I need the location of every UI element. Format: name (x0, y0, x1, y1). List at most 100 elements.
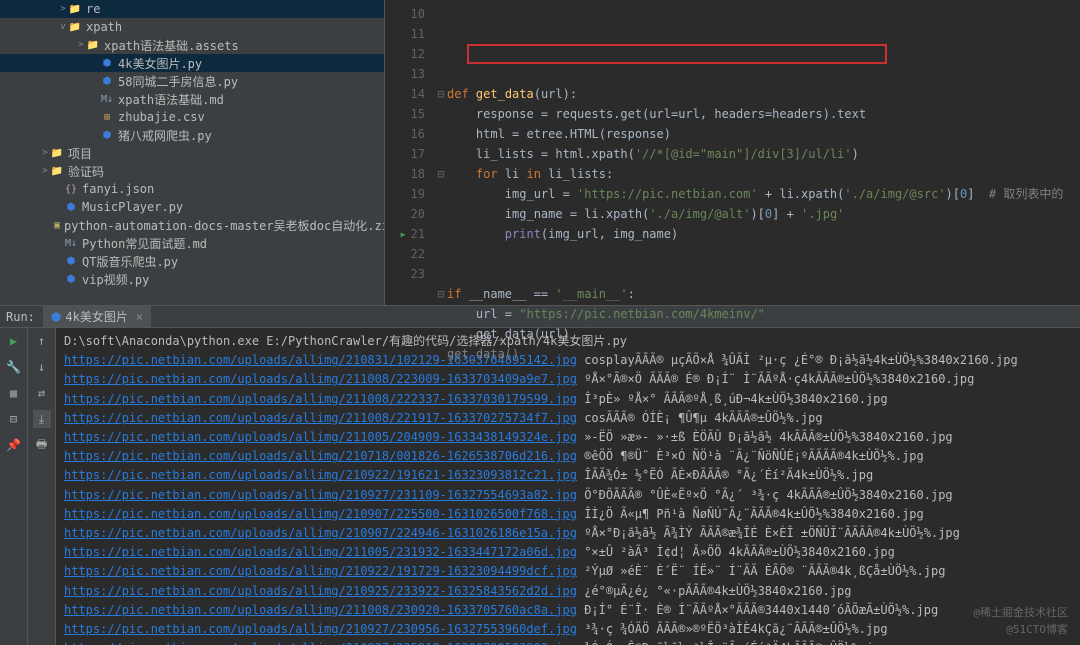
output-url[interactable]: https://pic.netbian.com/uploads/allimg/2… (64, 584, 577, 598)
fold-icon[interactable]: ⊟ (435, 84, 447, 104)
output-url[interactable]: https://pic.netbian.com/uploads/allimg/2… (64, 564, 577, 578)
run-label: Run: (6, 310, 35, 324)
console-line: https://pic.netbian.com/uploads/allimg/2… (64, 505, 1072, 524)
layout-button[interactable]: ⊟ (5, 410, 23, 428)
tree-item[interactable]: ⬢58同城二手房信息.py (0, 72, 384, 90)
tree-label: fanyi.json (82, 182, 154, 196)
output-url[interactable]: https://pic.netbian.com/uploads/allimg/2… (64, 411, 577, 425)
line-number: 18 (385, 164, 425, 184)
wrap-button[interactable]: ⇄ (33, 384, 51, 402)
tree-item[interactable]: ⬢MusicPlayer.py (0, 198, 384, 216)
output-text: ºÅ×°Ð¡ã½ã½ Ã¾ÌÝ ÃÃÃ®æ¾ÎÉ È×ÈÎ ±ÖÑÛÎ¨ÃÃÃÃ… (584, 526, 960, 540)
code-line[interactable]: img_name = li.xpath('./a/img/@alt')[0] +… (435, 204, 1080, 224)
tree-item[interactable]: v📁xpath (0, 18, 384, 36)
line-number: 13 (385, 64, 425, 84)
output-text: ³¾·ç ¾ÓÄÖ ÃÃÃ®»®ºËÖ³àÌÈ4kÇã¿¨ÃÃÃ®±ÛÖ½%.j… (584, 622, 887, 636)
rerun-button[interactable]: ▶ (5, 332, 23, 350)
console-line: https://pic.netbian.com/uploads/allimg/2… (64, 390, 1072, 409)
tree-item[interactable]: {}fanyi.json (0, 180, 384, 198)
up-button[interactable]: ↑ (33, 332, 51, 350)
project-tree[interactable]: >📁rev📁xpath>📁xpath语法基础.assets⬢4k美女图片.py⬢… (0, 0, 385, 305)
folder-icon: 📁 (50, 164, 64, 178)
output-text: ¾Ó×Ó ¿Ê®Ð¡ã½ã½ ²¼Î ¨Ã¿´Éí²Ä4kÃÃÃ®±ÛÖ½%.j… (584, 641, 887, 645)
zipfile-icon: ▣ (54, 218, 60, 232)
code-line[interactable]: response = requests.get(url=url, headers… (435, 104, 1080, 124)
close-icon[interactable]: × (136, 310, 143, 324)
stop-button[interactable]: ■ (5, 384, 23, 402)
fold-icon[interactable]: ⊟ (435, 164, 447, 184)
line-number: 19 (385, 184, 425, 204)
code-line[interactable]: get_data() (435, 344, 1080, 364)
code-line[interactable]: ⊟if __name__ == '__main__': (435, 284, 1080, 304)
code-line[interactable]: get_data(url) (435, 324, 1080, 344)
expand-arrow[interactable]: > (58, 4, 68, 14)
code-line[interactable]: ⊟ for li in li_lists: (435, 164, 1080, 184)
output-url[interactable]: https://pic.netbian.com/uploads/allimg/2… (64, 488, 577, 502)
console-line: https://pic.netbian.com/uploads/allimg/2… (64, 639, 1072, 645)
tree-item[interactable]: M↓Python常见面试题.md (0, 234, 384, 252)
python-icon: ⬢ (51, 310, 61, 324)
code-line[interactable]: li_lists = html.xpath('//*[@id="main"]/d… (435, 144, 1080, 164)
console-line: https://pic.netbian.com/uploads/allimg/2… (64, 466, 1072, 485)
run-toolbar-left: ▶ 🔧 ■ ⊟ 📌 (0, 328, 28, 645)
tree-item[interactable]: M↓xpath语法基础.md (0, 90, 384, 108)
output-url[interactable]: https://pic.netbian.com/uploads/allimg/2… (64, 622, 577, 636)
line-number: 17 (385, 144, 425, 164)
folder-icon: 📁 (68, 20, 82, 34)
scroll-button[interactable]: ⤓ (33, 410, 51, 428)
pyfile-icon: ⬢ (64, 254, 78, 268)
down-button[interactable]: ↓ (33, 358, 51, 376)
code-line[interactable]: print(img_url, img_name) (435, 224, 1080, 244)
tree-item[interactable]: >📁验证码 (0, 162, 384, 180)
code-line[interactable] (435, 64, 1080, 84)
expand-arrow[interactable]: > (76, 40, 86, 50)
tree-item[interactable]: ▣python-automation-docs-master吴老板doc自动化.… (0, 216, 384, 234)
output-url[interactable]: https://pic.netbian.com/uploads/allimg/2… (64, 449, 577, 463)
output-url[interactable]: https://pic.netbian.com/uploads/allimg/2… (64, 430, 577, 444)
expand-arrow[interactable]: > (40, 166, 50, 176)
code-line[interactable]: img_url = 'https://pic.netbian.com' + li… (435, 184, 1080, 204)
code-line[interactable]: url = "https://pic.netbian.com/4kmeinv/" (435, 304, 1080, 324)
code-line[interactable] (435, 264, 1080, 284)
code-line[interactable]: ⊟def get_data(url): (435, 84, 1080, 104)
tree-label: xpath语法基础.assets (104, 37, 239, 54)
tool-button[interactable]: 🔧 (5, 358, 23, 376)
tree-label: vip视频.py (82, 271, 149, 288)
tree-item[interactable]: >📁re (0, 0, 384, 18)
pin-button[interactable]: 📌 (5, 436, 23, 454)
console-line: https://pic.netbian.com/uploads/allimg/2… (64, 428, 1072, 447)
output-url[interactable]: https://pic.netbian.com/uploads/allimg/2… (64, 545, 577, 559)
output-url[interactable]: https://pic.netbian.com/uploads/allimg/2… (64, 468, 577, 482)
console-output[interactable]: D:\soft\Anaconda\python.exe E:/PythonCra… (56, 328, 1080, 645)
tree-item[interactable]: ⬢猪八戒网爬虫.py (0, 126, 384, 144)
tree-item[interactable]: ⬢4k美女图片.py (0, 54, 384, 72)
fold-icon[interactable]: ⊟ (435, 284, 447, 304)
tree-item[interactable]: ⬢vip视频.py (0, 270, 384, 288)
console-line: https://pic.netbian.com/uploads/allimg/2… (64, 486, 1072, 505)
tree-item[interactable]: >📁 xpath语法基础.assets (0, 36, 384, 54)
line-number: ▸21 (385, 224, 425, 244)
tree-item[interactable]: ⊞zhubajie.csv (0, 108, 384, 126)
output-url[interactable]: https://pic.netbian.com/uploads/allimg/2… (64, 392, 577, 406)
output-url[interactable]: https://pic.netbian.com/uploads/allimg/2… (64, 641, 577, 645)
expand-arrow[interactable]: v (58, 22, 68, 32)
run-toolbar-right: ↑ ↓ ⇄ ⤓ 🖶 (28, 328, 56, 645)
output-url[interactable]: https://pic.netbian.com/uploads/allimg/2… (64, 507, 577, 521)
tree-item[interactable]: ⬢QT版音乐爬虫.py (0, 252, 384, 270)
highlight-box (467, 44, 887, 64)
output-text: ÎÃÃ¾Ó± ½°ËÓ ÃÈ×ÐÃÃÃ® °Ã¿´Éí²Ä4k±ÙÖ½%.jpg (584, 468, 873, 482)
code-editor[interactable]: 1011121314151617181920▸212223 ⊟def get_d… (385, 0, 1080, 305)
output-url[interactable]: https://pic.netbian.com/uploads/allimg/2… (64, 526, 577, 540)
tree-label: zhubajie.csv (118, 110, 205, 124)
run-tab[interactable]: ⬢ 4k美女图片 × (43, 306, 151, 327)
output-url[interactable]: https://pic.netbian.com/uploads/allimg/2… (64, 603, 577, 617)
print-button[interactable]: 🖶 (33, 436, 51, 454)
tree-item[interactable]: >📁项目 (0, 144, 384, 162)
run-tab-label: 4k美女图片 (65, 308, 127, 325)
code-line[interactable] (435, 244, 1080, 264)
output-url[interactable]: https://pic.netbian.com/uploads/allimg/2… (64, 372, 577, 386)
code-line[interactable]: html = etree.HTML(response) (435, 124, 1080, 144)
expand-arrow[interactable]: > (40, 148, 50, 158)
output-text: ¿é°®µÄ¿é¿ °«·pÃÃÃ®4k±ÙÖ½3840x2160.jpg (584, 584, 851, 598)
folder-icon: 📁 (86, 38, 100, 52)
